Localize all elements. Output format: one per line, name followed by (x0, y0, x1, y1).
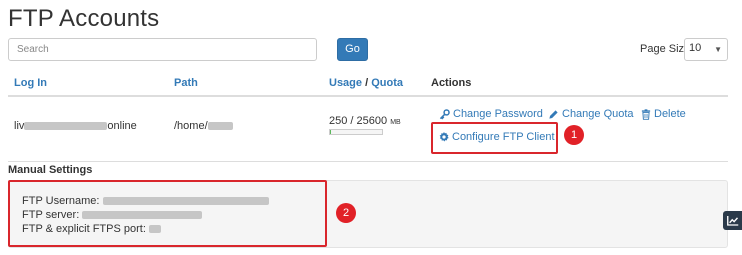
callout-badge-2: 2 (336, 203, 356, 223)
usage-unit: MB (390, 119, 401, 126)
column-header-actions: Actions (431, 77, 472, 89)
column-header-usage-quota[interactable]: Usage / Quota (329, 77, 403, 89)
callout-highlight-2 (8, 180, 327, 247)
login-suffix: online (107, 120, 137, 132)
manual-settings-title: Manual Settings (8, 164, 93, 176)
delete-label: Delete (654, 108, 686, 120)
column-header-quota[interactable]: Quota (371, 77, 403, 89)
change-password-link[interactable]: Change Password (439, 108, 543, 120)
trash-icon (641, 108, 651, 120)
column-header-path[interactable]: Path (174, 77, 198, 89)
change-quota-label: Change Quota (562, 108, 634, 120)
usage-progress-bar (329, 129, 383, 135)
column-header-login[interactable]: Log In (14, 77, 47, 89)
usage-cell: 250 / 25600 MB (329, 115, 401, 127)
header-divider (8, 95, 728, 97)
delete-link[interactable]: Delete (641, 108, 686, 120)
change-password-label: Change Password (453, 108, 543, 120)
chart-line-icon[interactable] (723, 211, 742, 230)
redacted-path (207, 122, 233, 131)
column-header-usage[interactable]: Usage (329, 77, 362, 89)
row-divider (8, 161, 728, 162)
redacted-login (24, 122, 108, 131)
callout-badge-1: 1 (564, 125, 584, 145)
path-cell: /home/ (174, 120, 233, 132)
key-icon (439, 108, 450, 120)
page-size-value: 10 (689, 42, 702, 54)
callout-highlight-1 (431, 122, 558, 154)
change-quota-link[interactable]: Change Quota (548, 108, 634, 120)
page-size-select[interactable]: 10 ▼ (684, 38, 728, 61)
login-prefix: liv (14, 120, 25, 132)
column-header-sep: / (362, 77, 372, 89)
login-cell: liv online (14, 120, 137, 132)
path-prefix: /home/ (174, 120, 208, 132)
chevron-down-icon: ▼ (714, 45, 722, 54)
pencil-icon (549, 109, 558, 119)
page-size-label: Page Size (640, 43, 691, 55)
usage-progress-fill (330, 130, 331, 134)
search-input[interactable] (8, 38, 317, 61)
go-button[interactable]: Go (337, 38, 368, 61)
page-title: FTP Accounts (8, 5, 160, 32)
usage-value: 250 / 25600 (329, 115, 388, 127)
